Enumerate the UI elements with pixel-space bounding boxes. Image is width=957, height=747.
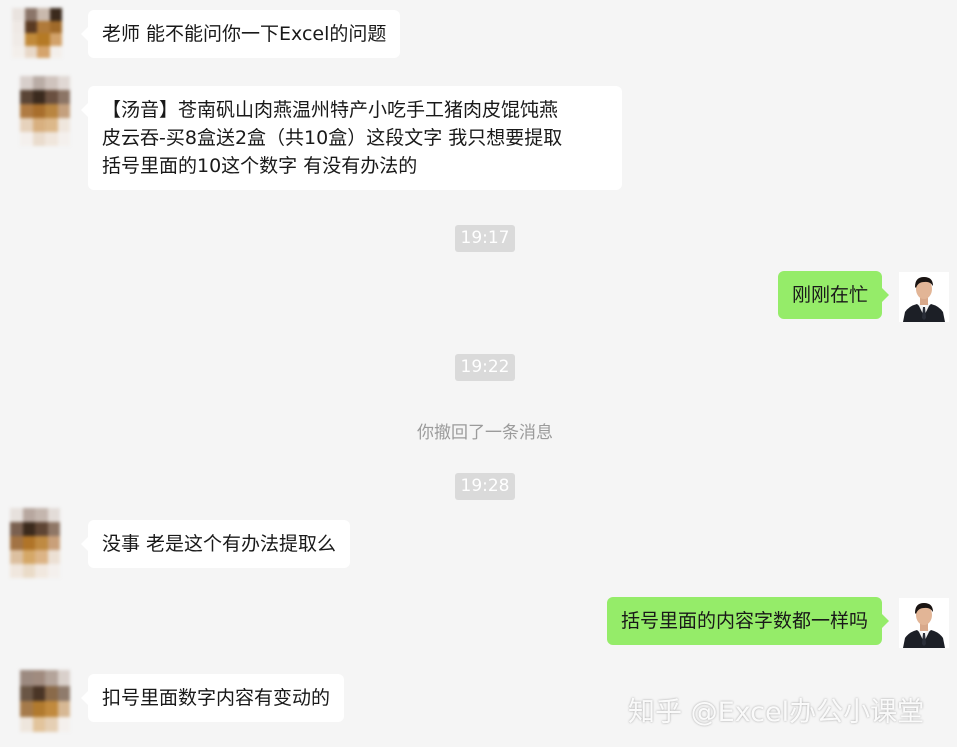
bubble-tail	[882, 288, 889, 302]
avatar[interactable]	[10, 508, 60, 578]
bubble-tail	[81, 103, 88, 117]
bubble-tail	[81, 537, 88, 551]
message-bubble[interactable]: 刚刚在忙	[777, 271, 889, 319]
message-bubble[interactable]: 没事 老是这个有办法提取么	[81, 520, 351, 568]
message-bubble[interactable]: 老师 能不能问你一下Excel的问题	[81, 10, 401, 58]
message-text: 扣号里面数字内容有变动的	[102, 687, 331, 709]
message-text-line: 皮云吞-买8盒送2盒（共10盒）这段文字 我只想要提取	[102, 127, 563, 149]
bubble-tail	[81, 27, 88, 41]
avatar[interactable]	[899, 598, 949, 648]
message-bubble[interactable]: 括号里面的内容字数都一样吗	[606, 597, 889, 645]
bubble-tail	[81, 691, 88, 705]
message-bubble[interactable]: 扣号里面数字内容有变动的	[81, 674, 345, 722]
message-text-line: 【汤音】苍南矾山肉燕温州特产小吃手工猪肉皮馄饨燕	[102, 99, 559, 121]
user-portrait-icon	[899, 598, 949, 648]
watermark: 知乎 @Excel办公小课堂	[628, 697, 925, 728]
bubble-tail	[882, 614, 889, 628]
recall-notice: 你撤回了一条消息	[417, 423, 553, 443]
message-text: 老师 能不能问你一下Excel的问题	[102, 23, 387, 45]
user-portrait-icon	[899, 272, 949, 322]
message-text: 括号里面的内容字数都一样吗	[620, 610, 868, 632]
message-bubble[interactable]: 【汤音】苍南矾山肉燕温州特产小吃手工猪肉皮馄饨燕 皮云吞-买8盒送2盒（共10盒…	[81, 86, 622, 190]
avatar[interactable]	[899, 272, 949, 322]
timestamp: 19:22	[455, 354, 515, 381]
avatar[interactable]	[20, 76, 70, 146]
avatar[interactable]	[20, 670, 70, 732]
timestamp: 19:28	[455, 473, 515, 500]
timestamp: 19:17	[455, 225, 515, 252]
message-text-line: 括号里面的10这个数字 有没有办法的	[102, 155, 418, 177]
message-text: 刚刚在忙	[791, 284, 868, 306]
avatar[interactable]	[12, 8, 62, 58]
message-text: 没事 老是这个有办法提取么	[102, 533, 337, 555]
